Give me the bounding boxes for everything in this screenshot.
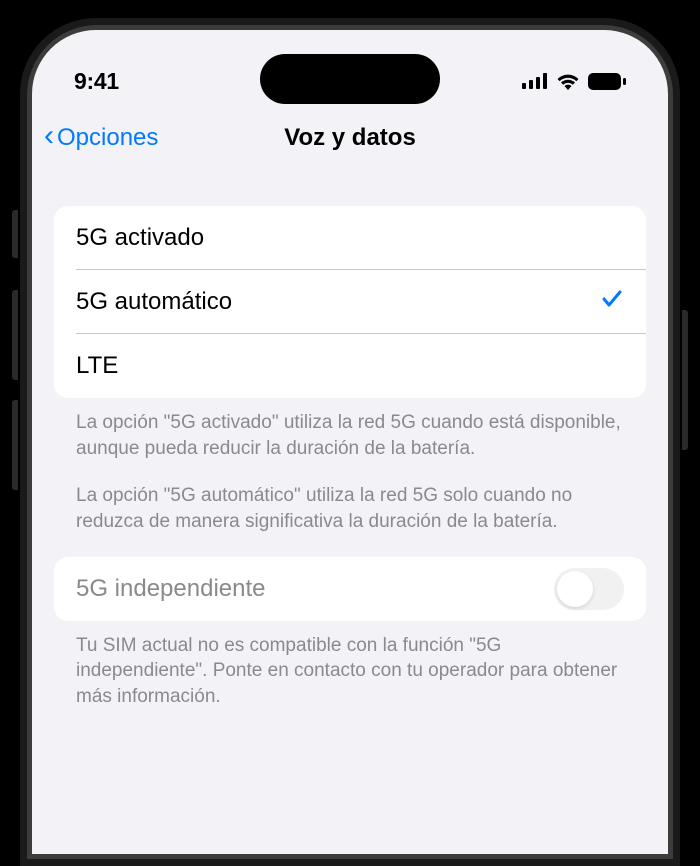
option-lte[interactable]: LTE	[54, 334, 646, 398]
chevron-left-icon: ‹	[44, 121, 54, 151]
cellular-signal-icon	[522, 73, 548, 89]
toggle-label: 5G independiente	[76, 575, 266, 603]
option-label: LTE	[76, 352, 118, 380]
power-button	[682, 310, 688, 450]
standalone-footer-text: Tu SIM actual no es compatible con la fu…	[54, 621, 646, 710]
back-button[interactable]: ‹ Opciones	[44, 124, 158, 152]
checkmark-icon	[600, 286, 624, 318]
silent-switch	[12, 210, 18, 258]
navigation-bar: ‹ Opciones Voz y datos	[32, 110, 668, 166]
volume-down-button	[12, 400, 18, 490]
voice-data-options-list: 5G activado 5G automático LTE	[54, 206, 646, 398]
standalone-5g-toggle[interactable]	[554, 568, 624, 610]
back-label: Opciones	[57, 124, 158, 152]
standalone-5g-row: 5G independiente	[54, 557, 646, 621]
option-5g-auto[interactable]: 5G automático	[54, 270, 646, 334]
volume-up-button	[12, 290, 18, 380]
options-footer-text: La opción "5G activado" utiliza la red 5…	[54, 398, 646, 535]
battery-icon	[588, 73, 626, 90]
wifi-icon	[556, 73, 580, 90]
option-5g-on[interactable]: 5G activado	[54, 206, 646, 270]
toggle-knob	[557, 571, 593, 607]
page-title: Voz y datos	[284, 124, 416, 152]
status-time: 9:41	[74, 68, 119, 95]
option-label: 5G activado	[76, 224, 204, 252]
dynamic-island	[260, 54, 440, 104]
standalone-5g-group: 5G independiente	[54, 557, 646, 621]
option-label: 5G automático	[76, 288, 232, 316]
